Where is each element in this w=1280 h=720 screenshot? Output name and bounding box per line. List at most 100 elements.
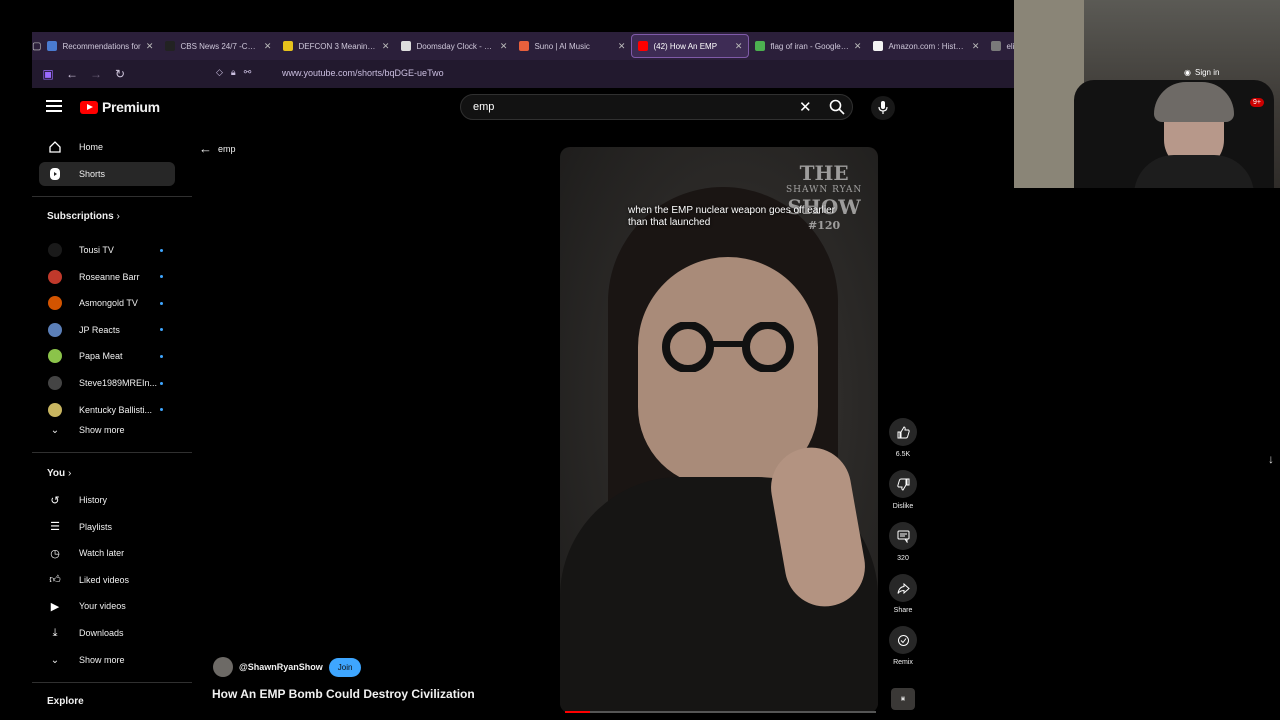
channel-avatar (47, 375, 63, 391)
subscription-item[interactable]: Steve1989MREIn... (39, 371, 175, 395)
subscription-item[interactable]: Asmongold TV (39, 291, 175, 315)
channel-avatar (47, 402, 63, 418)
video-title[interactable]: How An EMP Bomb Could Destroy Civilizati… (212, 687, 475, 701)
explore-heading: Explore (47, 696, 84, 707)
your-videos-icon: ▶ (50, 600, 60, 613)
sidebar-item-watch-later[interactable]: ◷ Watch later (39, 541, 175, 565)
clear-search-icon[interactable]: ✕ (799, 98, 812, 116)
close-tab-icon[interactable]: ✕ (146, 41, 154, 52)
subscription-item[interactable]: Papa Meat (39, 344, 175, 368)
sidebar-item-label: Liked videos (79, 574, 130, 585)
forward-arrow-icon[interactable]: → (84, 62, 108, 86)
shield-icon: ◇ (216, 67, 223, 77)
sidebar: Home Shorts Subscriptions › Tousi TV Rose… (32, 128, 192, 720)
reload-icon[interactable]: ↻ (108, 62, 132, 86)
menu-icon[interactable] (46, 100, 62, 112)
close-tab-icon[interactable]: ✕ (500, 41, 508, 52)
browser-tab[interactable]: flag of iran - Google Se ✕ (749, 34, 867, 58)
browser-tab[interactable]: Suno | AI Music ✕ (513, 34, 631, 58)
subscription-label: Steve1989MREIn... (79, 378, 158, 388)
dislike-button[interactable]: Dislike (887, 470, 919, 510)
new-content-dot (160, 275, 163, 279)
subscription-label: Papa Meat (79, 351, 123, 362)
comments-button[interactable]: 320 (887, 522, 919, 562)
close-tab-icon[interactable]: ✕ (972, 41, 980, 52)
subscription-item[interactable]: Roseanne Barr (39, 265, 175, 289)
tab-favicon-icon (165, 41, 176, 51)
channel-handle[interactable]: @ShawnRyanShow (239, 662, 323, 672)
account-icon: ◉ (1184, 68, 1191, 77)
back-arrow-icon[interactable]: ← (60, 62, 84, 86)
watch-later-icon: ◷ (50, 547, 60, 560)
browser-tab[interactable]: Amazon.com : Historic ✕ (867, 34, 985, 58)
tab-title: Recommendations for (62, 41, 141, 51)
channel-avatar (47, 322, 63, 338)
close-tab-icon[interactable]: ✕ (264, 41, 272, 52)
share-button[interactable]: Share (887, 574, 919, 614)
tab-overview-icon[interactable]: ▢ (32, 35, 41, 57)
close-tab-icon[interactable]: ✕ (618, 41, 626, 52)
permissions-icon[interactable]: ⚯ (244, 67, 252, 78)
sidebar-toggle-icon[interactable]: ▣ (36, 62, 60, 86)
sound-source-button[interactable]: ▣ (887, 688, 919, 710)
search-icon[interactable] (829, 99, 845, 115)
subscription-label: Asmongold TV (79, 298, 138, 309)
show-more-subscriptions[interactable]: ⌄ Show more (39, 418, 175, 442)
remix-label: Remix (893, 659, 913, 666)
browser-tab[interactable]: Recommendations for ✕ (41, 34, 159, 58)
subscription-label: JP Reacts (79, 324, 120, 335)
sidebar-item-your-videos[interactable]: ▶ Your videos (39, 594, 175, 618)
sidebar-item-home[interactable]: Home (39, 135, 175, 159)
channel-avatar (47, 348, 63, 364)
channel-avatar[interactable] (213, 657, 233, 677)
show-more-you[interactable]: ⌄ Show more (39, 648, 175, 672)
sidebar-item-shorts[interactable]: Shorts (39, 162, 175, 186)
close-tab-icon[interactable]: ✕ (735, 41, 743, 52)
browser-tab[interactable]: DEFCON 3 Meaning | R ✕ (277, 34, 395, 58)
close-tab-icon[interactable]: ✕ (854, 41, 862, 52)
sidebar-item-playlists[interactable]: ☰ Playlists (39, 515, 175, 539)
you-heading[interactable]: You › (47, 468, 71, 479)
show-more-label: Show more (79, 425, 125, 435)
remix-icon (889, 626, 917, 654)
next-video-arrow-icon[interactable]: ↓ (1268, 452, 1274, 466)
voice-search-button[interactable] (871, 96, 895, 120)
subscription-label: Kentucky Ballisti... (79, 404, 153, 415)
notification-badge: 9+ (1250, 98, 1264, 107)
browser-tab[interactable]: Doomsday Clock - Bull ✕ (395, 34, 513, 58)
like-button[interactable]: 6.5K (887, 418, 919, 458)
browser-tab[interactable]: (42) How An EMP ✕ (631, 34, 750, 58)
sidebar-item-label: Watch later (79, 548, 125, 559)
back-to-search[interactable]: ← emp (199, 141, 236, 156)
sidebar-item-label: History (79, 495, 108, 505)
subscriptions-heading[interactable]: Subscriptions › (47, 211, 120, 222)
channel-avatar (47, 242, 63, 258)
tab-favicon-icon (47, 41, 58, 51)
subscription-item[interactable]: JP Reacts (39, 318, 175, 342)
subscription-label: Roseanne Barr (79, 271, 140, 282)
shorts-icon (47, 166, 63, 182)
video-progress-bar[interactable] (565, 711, 876, 713)
thumbs-down-icon (889, 470, 917, 498)
search-box[interactable]: emp ✕ (460, 94, 853, 120)
search-input[interactable]: emp (473, 101, 494, 113)
sidebar-item-history[interactable]: ↺ History (39, 488, 175, 512)
sign-in-button[interactable]: ◉ Sign in (1184, 68, 1219, 77)
logo-text: Premium (102, 99, 160, 115)
playlists-icon: ☰ (50, 521, 60, 534)
sidebar-item-liked-videos[interactable]: 👍︎ Liked videos (39, 568, 175, 592)
watermark-line: THE (799, 161, 849, 185)
address-bar[interactable]: www.youtube.com/shorts/bqDGE-ueTwo (282, 68, 444, 78)
subscriptions-heading-label: Subscriptions (47, 211, 114, 222)
close-tab-icon[interactable]: ✕ (382, 41, 390, 52)
youtube-logo[interactable]: Premium (80, 99, 160, 115)
join-button[interactable]: Join (328, 657, 362, 677)
remix-button[interactable]: Remix (887, 626, 919, 666)
sidebar-item-downloads[interactable]: ⤓ Downloads (39, 621, 175, 645)
new-content-dot (160, 328, 163, 332)
subscription-item[interactable]: Tousi TV (39, 238, 175, 262)
tab-title: DEFCON 3 Meaning | R (298, 41, 377, 51)
shorts-video-player[interactable]: THE SHAWN RYAN SHOW #120 when the EMP nu… (560, 147, 878, 713)
browser-tab[interactable]: CBS News 24/7 -CBS N ✕ (159, 34, 277, 58)
new-content-dot (160, 248, 163, 252)
